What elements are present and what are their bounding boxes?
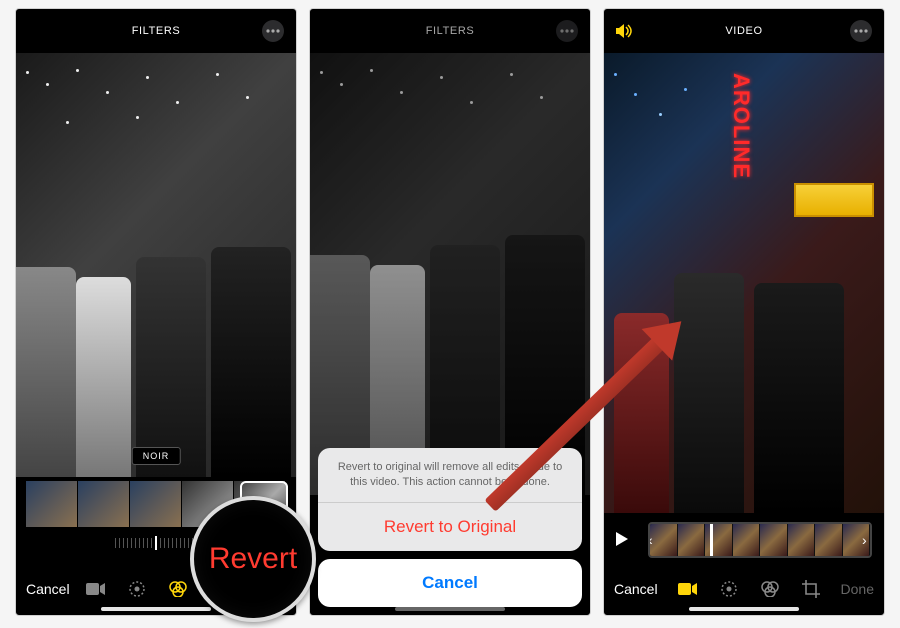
cancel-button[interactable]: Cancel <box>614 581 658 597</box>
play-icon <box>616 532 628 546</box>
preview-content <box>16 53 296 477</box>
screenshot-row: FILTERS NOIR <box>0 0 900 624</box>
filters-tab-icon[interactable] <box>760 581 780 597</box>
editor-mode-title: FILTERS <box>132 25 181 37</box>
action-sheet-backdrop[interactable]: Revert to original will remove all edits… <box>310 9 590 615</box>
callout-label: Revert <box>209 542 297 576</box>
video-tab-icon[interactable] <box>678 582 698 596</box>
editor-mode-title: VIDEO <box>725 25 762 37</box>
ellipsis-icon <box>266 29 280 33</box>
timeline-thumbnails[interactable]: ‹ › <box>648 522 872 558</box>
editor-top-bar: VIDEO <box>604 9 884 53</box>
play-button[interactable] <box>616 532 638 549</box>
cancel-button[interactable]: Cancel <box>26 581 70 597</box>
preview-content: AROLINE <box>604 53 884 513</box>
home-indicator[interactable] <box>395 607 505 611</box>
sheet-cancel-button[interactable]: Cancel <box>318 559 582 607</box>
crop-tab-icon[interactable] <box>802 580 820 598</box>
revert-to-original-button[interactable]: Revert to Original <box>318 503 582 551</box>
more-options-button[interactable] <box>850 20 872 42</box>
neon-sign: AROLINE <box>728 73 754 179</box>
current-filter-badge: NOIR <box>132 447 181 465</box>
filters-tab-icon[interactable] <box>168 581 188 597</box>
ellipsis-icon <box>854 29 868 33</box>
video-preview[interactable]: AROLINE <box>604 53 884 513</box>
trim-handle-left[interactable]: ‹ <box>648 524 658 556</box>
audio-toggle-button[interactable] <box>616 23 634 42</box>
more-options-button[interactable] <box>262 20 284 42</box>
filters-icon <box>168 581 188 597</box>
camera-icon <box>678 582 698 596</box>
edit-mode-tabs <box>678 580 820 598</box>
editor-top-bar: FILTERS <box>16 9 296 53</box>
speaker-icon <box>616 23 634 39</box>
adjust-tab-icon[interactable] <box>720 580 738 598</box>
video-preview[interactable]: NOIR <box>16 53 296 477</box>
callout-magnifier-revert: Revert <box>190 496 316 622</box>
phone-screen-revert-sheet: FILTERS NOIR Rever <box>309 8 591 616</box>
trim-handle-right[interactable]: › <box>862 524 872 556</box>
playhead[interactable] <box>710 522 713 558</box>
video-tab-icon[interactable] <box>86 582 106 596</box>
video-timeline[interactable]: ‹ › <box>604 513 884 567</box>
phone-screen-video-original: VIDEO AROLINE ‹ <box>603 8 885 616</box>
camera-icon <box>86 582 106 596</box>
crop-icon <box>802 580 820 598</box>
dial-icon <box>720 580 738 598</box>
home-indicator[interactable] <box>101 607 211 611</box>
done-button[interactable]: Done <box>841 581 874 597</box>
dial-icon <box>128 580 146 598</box>
filters-icon <box>760 581 780 597</box>
home-indicator[interactable] <box>689 607 799 611</box>
adjust-tab-icon[interactable] <box>128 580 146 598</box>
